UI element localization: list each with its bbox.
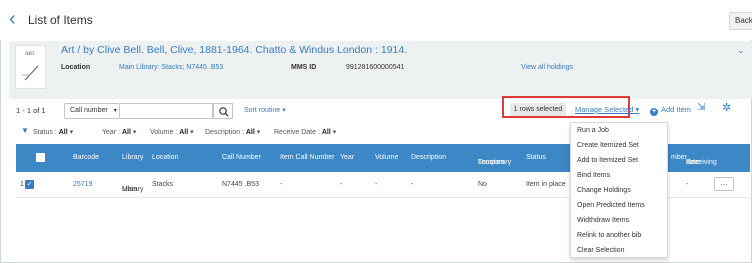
plus-circle-icon: + xyxy=(650,108,658,116)
gear-icon[interactable]: ✲ xyxy=(722,101,731,114)
header-volume[interactable]: Volume xyxy=(375,154,398,161)
mms-id-value: 991281600000541 xyxy=(346,64,405,71)
receiving-date-cell: - xyxy=(686,181,689,188)
export-icon[interactable]: ⇲ xyxy=(697,102,705,113)
item-call-number-cell: - xyxy=(280,181,283,188)
sort-routine-dropdown[interactable]: Sort routine ▾ xyxy=(244,106,286,114)
filter-year[interactable]: Year : All ▾ xyxy=(102,128,136,136)
chevron-left-icon[interactable]: ‹ xyxy=(9,9,23,29)
location-label: Location xyxy=(61,64,91,71)
filter-icon: ▼ xyxy=(21,126,29,135)
filter-value: All xyxy=(122,129,131,136)
page-title: List of Items xyxy=(28,13,93,27)
filter-label: Description xyxy=(205,129,241,136)
menu-item-bind-items[interactable]: Bind Items xyxy=(577,172,610,179)
menu-item-create-itemized-set[interactable]: Create Itemized Set xyxy=(577,142,639,149)
menu-item-open-predicted-items[interactable]: Open Predicted Items xyxy=(577,202,645,209)
header-barcode[interactable]: Barcode xyxy=(73,154,99,161)
row-checkbox[interactable]: ✓ xyxy=(25,180,34,189)
pen-icon xyxy=(22,65,39,81)
barcode-link[interactable]: 25719 xyxy=(73,181,92,188)
result-count: 1 - 1 of 1 xyxy=(16,106,46,115)
menu-item-withdraw-items[interactable]: Widthdraw Items xyxy=(577,217,629,224)
call-number-cell: N7445 .B53 xyxy=(222,181,259,188)
filter-value: All xyxy=(58,129,68,136)
header-text: date xyxy=(686,159,700,166)
manage-selected-label: Manage Selected xyxy=(575,105,634,114)
filter-value: All xyxy=(321,129,331,136)
cell-text: Library xyxy=(122,186,144,193)
header-number[interactable]: mber xyxy=(671,154,687,161)
top-bar: ‹ List of Items Back xyxy=(0,0,752,40)
year-cell: - xyxy=(340,181,343,188)
add-item-button[interactable]: + Add Item xyxy=(650,105,691,116)
filter-volume[interactable]: Volume : All ▾ xyxy=(150,128,194,136)
status-cell: Item in place xyxy=(526,181,566,188)
header-status[interactable]: Status xyxy=(526,154,546,161)
header-description[interactable]: Description xyxy=(411,154,446,161)
search-field-select[interactable]: Call number ▾ xyxy=(64,103,120,119)
chevron-down-icon[interactable]: ⌄ xyxy=(737,45,745,56)
menu-item-run-job[interactable]: Run a Job xyxy=(577,127,609,134)
add-item-label: Add Item xyxy=(661,105,692,114)
header-year[interactable]: Year xyxy=(340,154,354,161)
search-button[interactable] xyxy=(213,103,233,119)
view-holdings-link[interactable]: View all holdings xyxy=(521,64,573,71)
location-value[interactable]: Main Library: Stacks; N7445 .B53 xyxy=(119,64,223,71)
filter-label: Volume xyxy=(150,129,174,136)
manage-selected-dropdown[interactable]: Manage Selected ▾ xyxy=(575,105,639,114)
header-library[interactable]: Library xyxy=(122,154,143,161)
filter-receive-date[interactable]: Receive Date : All ▾ xyxy=(274,128,336,136)
header-call-number[interactable]: Call Number xyxy=(222,154,261,161)
row-number: 1 xyxy=(20,181,24,188)
mms-id-label: MMS ID xyxy=(291,64,317,71)
filter-value: All xyxy=(245,129,255,136)
menu-item-change-holdings[interactable]: Change Holdings xyxy=(577,187,631,194)
volume-cell: - xyxy=(375,181,378,188)
search-field-label: Call number xyxy=(70,107,108,114)
search-input[interactable] xyxy=(120,103,213,119)
menu-item-relink-bib[interactable]: Relink to another bib xyxy=(577,232,641,239)
select-all-checkbox[interactable] xyxy=(36,153,45,162)
search-icon xyxy=(219,107,229,117)
temporary-location-cell: No xyxy=(478,181,487,188)
record-title[interactable]: Art / by Clive Bell. Bell, Clive, 1881-1… xyxy=(61,44,407,56)
rows-selected-badge: 1 rows selected xyxy=(510,103,566,116)
back-button[interactable]: Back xyxy=(729,12,752,30)
filter-label: Receive Date xyxy=(274,129,317,136)
header-text: Location xyxy=(478,159,505,166)
filter-value: All xyxy=(179,129,189,136)
location-cell: Stacks xyxy=(152,181,174,188)
caret-down-icon: ▾ xyxy=(113,108,117,114)
manage-selected-menu: Run a Job Create Itemized Set Add to Ite… xyxy=(570,122,668,258)
description-cell: - xyxy=(411,181,414,188)
sort-routine-label: Sort routine xyxy=(244,107,281,114)
record-summary: ART Art / by Clive Bell. Bell, Clive, 18… xyxy=(9,41,752,99)
filter-description[interactable]: Description : All ▾ xyxy=(205,128,260,136)
menu-item-clear-selection[interactable]: Clear Selection xyxy=(577,247,624,254)
caret-down-icon: ▾ xyxy=(633,105,640,114)
caret-down-icon: ▾ xyxy=(280,107,286,114)
header-item-call-number[interactable]: Item Call Number xyxy=(280,154,334,161)
book-thumbnail: ART xyxy=(15,45,46,89)
filter-label: Status xyxy=(33,129,53,136)
filter-label: Year xyxy=(102,129,117,136)
filter-status[interactable]: Status : All ▾ xyxy=(33,128,73,136)
header-location[interactable]: Location xyxy=(152,154,178,161)
menu-item-add-to-itemized-set[interactable]: Add to Itemized Set xyxy=(577,157,638,164)
row-actions-button[interactable]: ... xyxy=(714,177,734,191)
